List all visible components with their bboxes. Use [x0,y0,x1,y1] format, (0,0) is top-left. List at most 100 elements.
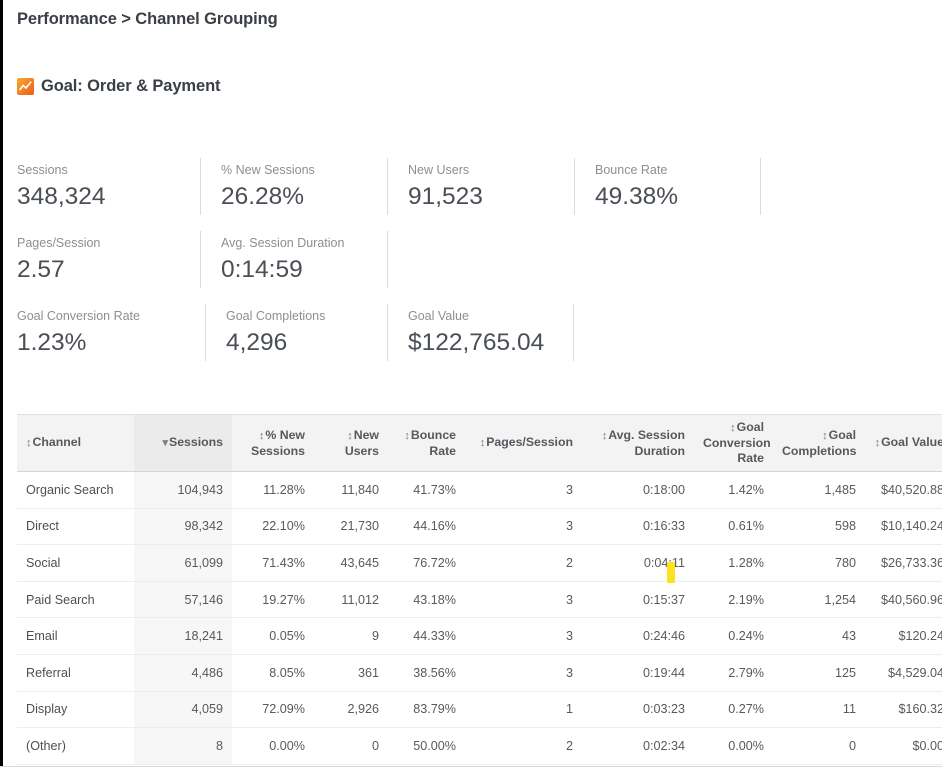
table-row[interactable]: Organic Search104,94311.28%11,84041.73%3… [17,472,942,509]
cell-goal-conversion-rate: 1.42% [694,472,773,509]
breadcrumb: Performance > Channel Grouping [3,0,942,29]
cell-bounce-rate: 41.73% [388,472,465,509]
column-header-new-users[interactable]: ↕New Users [314,415,388,472]
cell-channel[interactable]: Social [17,545,134,582]
column-header-bounce-rate[interactable]: ↕Bounce Rate [388,415,465,472]
table-row[interactable]: Display4,05972.09%2,92683.79%10:03:230.2… [17,691,942,728]
column-header-label: Avg. Session Duration [608,428,685,458]
table-body: Organic Search104,94311.28%11,84041.73%3… [17,472,942,765]
cell-new-sessions: 0.00% [232,728,314,765]
column-header-avg-session-duration[interactable]: ↕Avg. Session Duration [582,415,694,472]
cell-goal-completions: 1,485 [773,472,865,509]
cell-pages-session: 3 [465,508,582,545]
cell-new-sessions: 8.05% [232,654,314,691]
cell-goal-conversion-rate: 0.00% [694,728,773,765]
metric-value: 49.38% [595,180,760,214]
cell-channel[interactable]: Email [17,618,134,655]
column-header-label: Pages/Session [486,435,573,449]
cell-goal-completions: 125 [773,654,865,691]
cell-sessions: 18,241 [134,618,232,655]
sort-indicator-icon: ↕ [822,430,828,442]
cell-new-users: 0 [314,728,388,765]
column-header-goal-completions[interactable]: ↕Goal Completions [773,415,865,472]
metric-card-pages-per-session: Pages/Session 2.57 [17,223,200,296]
table-row[interactable]: Email18,2410.05%944.33%30:24:460.24%43$1… [17,618,942,655]
metric-label: Goal Completions [226,309,387,324]
column-header-goal-value[interactable]: ↕Goal Value [865,415,942,472]
table-row[interactable]: Social61,09971.43%43,64576.72%20:04:111.… [17,545,942,582]
metric-label: Avg. Session Duration [221,236,387,251]
channel-grouping-table: ↕Channel▾Sessions↕% New Sessions↕New Use… [17,414,942,765]
column-header-label: Goal Conversion Rate [703,420,771,465]
sort-indicator-icon: ↕ [26,437,32,449]
cell-new-users: 11,012 [314,581,388,618]
cell-pages-session: 3 [465,618,582,655]
cell-goal-conversion-rate: 1.28% [694,545,773,582]
metric-label: Pages/Session [17,236,200,251]
cell-sessions: 57,146 [134,581,232,618]
cell-pages-session: 3 [465,654,582,691]
column-header-channel[interactable]: ↕Channel [17,415,134,472]
sort-indicator-icon: ↕ [602,430,608,442]
column-header-label: Bounce Rate [411,428,456,458]
cell-new-users: 11,840 [314,472,388,509]
metric-value: 348,324 [17,180,200,214]
cell-goal-value: $40,520.88 [865,472,942,509]
cell-goal-completions: 43 [773,618,865,655]
column-header-goal-conversion-rate[interactable]: ↕Goal Conversion Rate [694,415,773,472]
table-row[interactable]: Referral4,4868.05%36138.56%30:19:442.79%… [17,654,942,691]
column-header-new-sessions[interactable]: ↕% New Sessions [232,415,314,472]
cell-channel[interactable]: Referral [17,654,134,691]
metric-card-bounce-rate: Bounce Rate 49.38% [574,150,760,223]
metric-card-goal-value: Goal Value $122,765.04 [387,296,573,369]
metric-card-goal-completions: Goal Completions 4,296 [205,296,387,369]
cell-pages-session: 2 [465,545,582,582]
column-header-label: Goal Value [881,435,942,449]
cell-new-sessions: 71.43% [232,545,314,582]
table-header-row: ↕Channel▾Sessions↕% New Sessions↕New Use… [17,415,942,472]
cell-goal-completions: 0 [773,728,865,765]
table-row[interactable]: Paid Search57,14619.27%11,01243.18%30:15… [17,581,942,618]
goal-title: Goal: Order & Payment [41,77,220,96]
sort-indicator-icon: ↕ [480,437,486,449]
sort-indicator-icon: ↕ [347,430,353,442]
table-row[interactable]: Direct98,34222.10%21,73044.16%30:16:330.… [17,508,942,545]
cell-channel[interactable]: Paid Search [17,581,134,618]
metric-card-empty [760,150,820,223]
cell-channel[interactable]: (Other) [17,728,134,765]
cell-bounce-rate: 76.72% [388,545,465,582]
metric-label: Bounce Rate [595,163,760,178]
cell-goal-completions: 11 [773,691,865,728]
metric-card-empty [387,223,447,296]
goal-heading: Goal: Order & Payment [3,29,942,96]
column-header-sessions[interactable]: ▾Sessions [134,415,232,472]
cell-new-users: 21,730 [314,508,388,545]
analytics-chart-icon [17,78,34,95]
cell-avg-session-duration: 0:18:00 [582,472,694,509]
cell-goal-completions: 598 [773,508,865,545]
cell-goal-value: $40,560.96 [865,581,942,618]
cell-bounce-rate: 50.00% [388,728,465,765]
cell-pages-session: 3 [465,581,582,618]
metric-value: 4,296 [226,326,387,360]
metric-label: % New Sessions [221,163,387,178]
metric-label: Sessions [17,163,200,178]
summary-metric-row: Goal Conversion Rate 1.23% Goal Completi… [17,296,927,369]
cell-pages-session: 1 [465,691,582,728]
summary-metric-row: Pages/Session 2.57 Avg. Session Duration… [17,223,927,296]
column-header-label: Sessions [169,435,223,449]
cell-avg-session-duration: 0:24:46 [582,618,694,655]
summary-metrics: Sessions 348,324 % New Sessions 26.28% N… [17,150,927,369]
metric-card-pct-new-sessions: % New Sessions 26.28% [200,150,387,223]
cell-goal-value: $4,529.04 [865,654,942,691]
cell-sessions: 104,943 [134,472,232,509]
table-row[interactable]: (Other)80.00%050.00%20:02:340.00%0$0.00 [17,728,942,765]
cell-goal-conversion-rate: 0.24% [694,618,773,655]
cell-channel[interactable]: Display [17,691,134,728]
cell-channel[interactable]: Organic Search [17,472,134,509]
cell-new-sessions: 22.10% [232,508,314,545]
column-header-pages-session[interactable]: ↕Pages/Session [465,415,582,472]
cell-sessions: 4,059 [134,691,232,728]
cell-goal-value: $120.24 [865,618,942,655]
cell-channel[interactable]: Direct [17,508,134,545]
